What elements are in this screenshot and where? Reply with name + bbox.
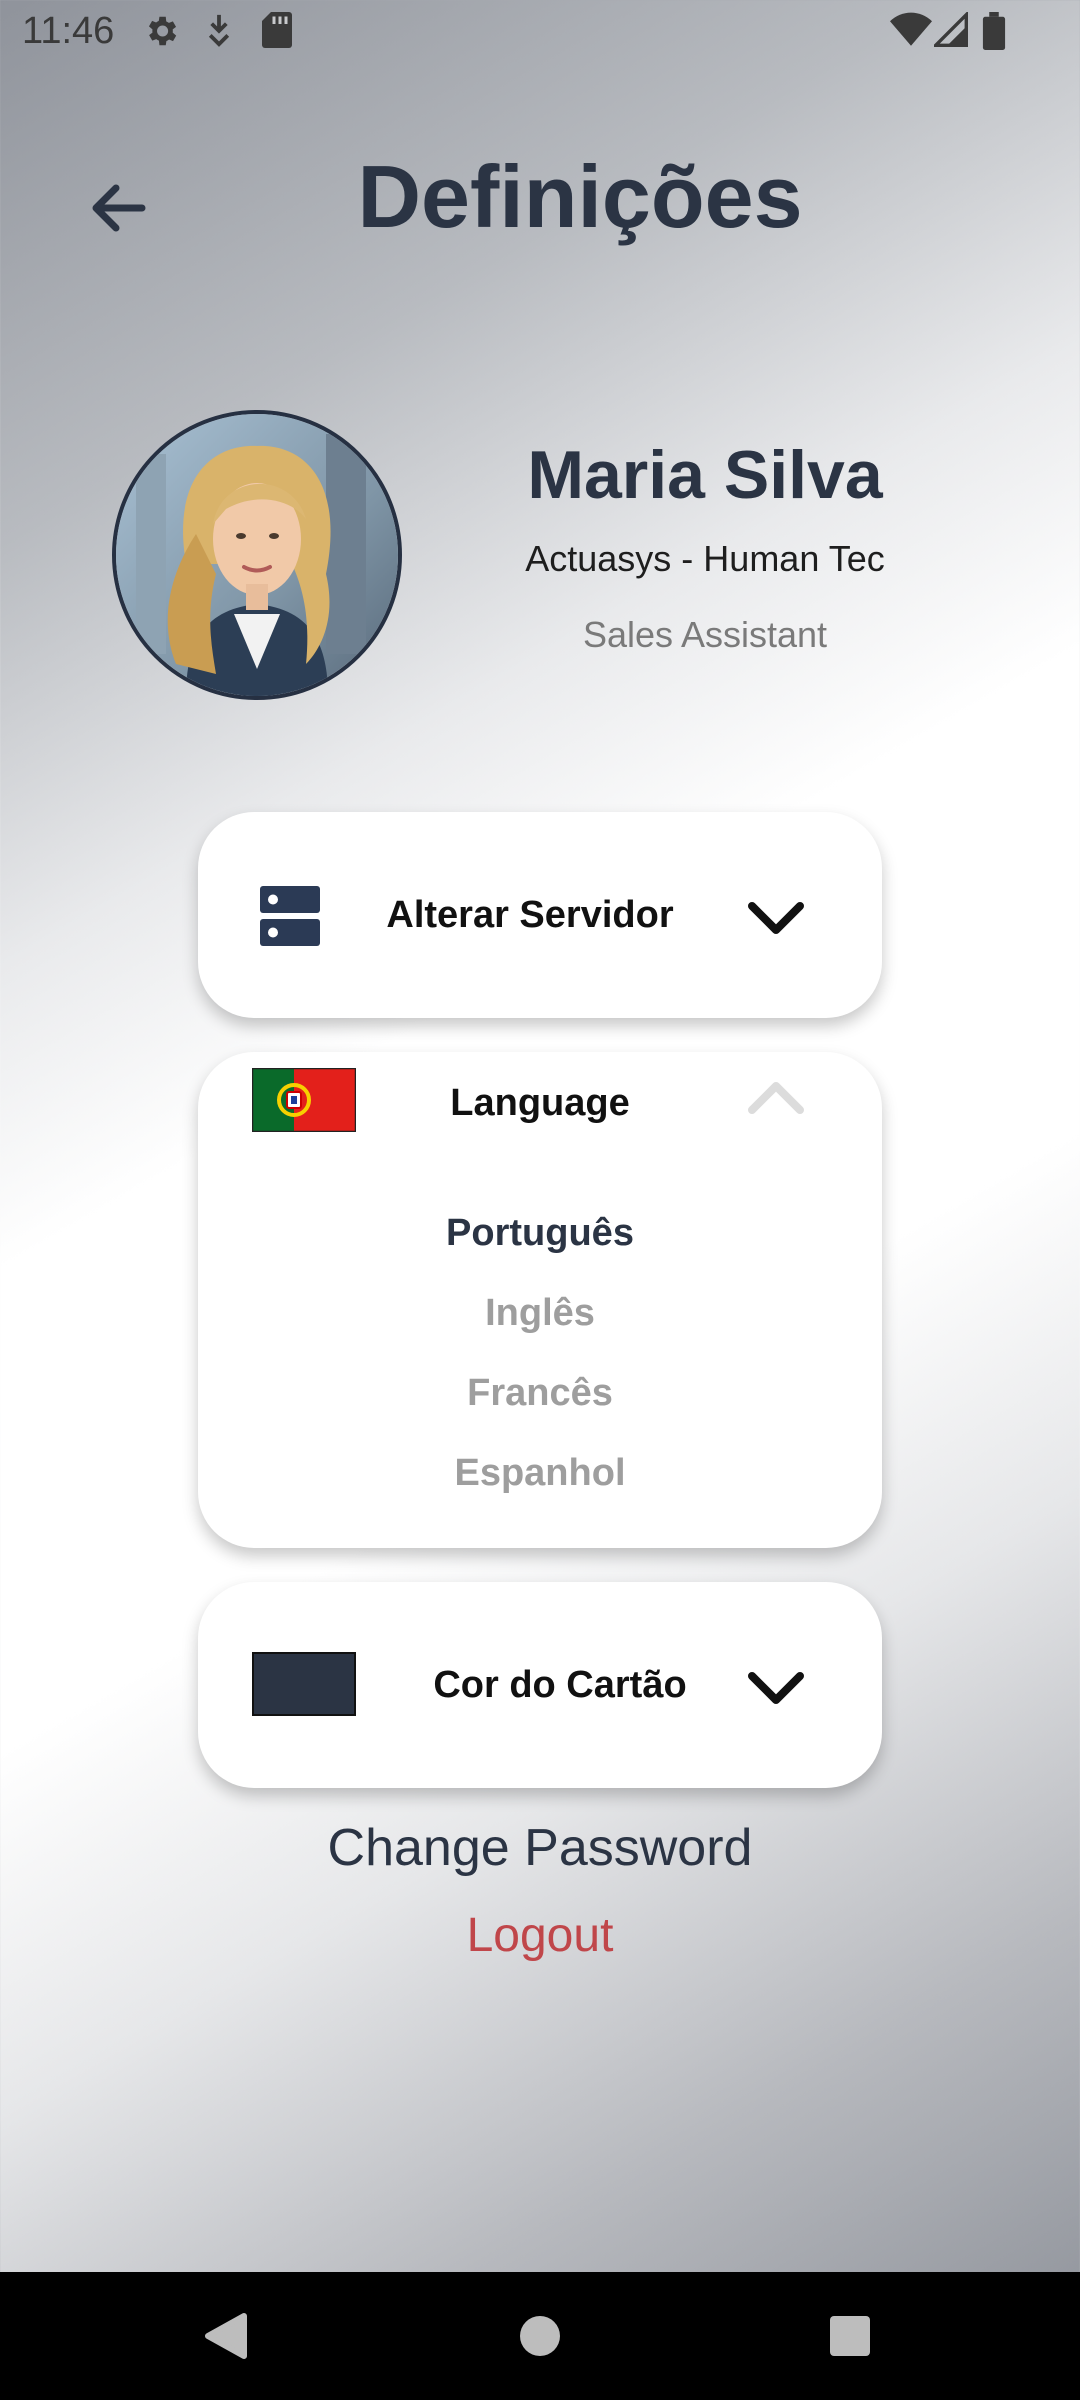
triangle-back-icon bbox=[205, 2313, 247, 2359]
wifi-icon bbox=[890, 12, 932, 53]
logout-link[interactable]: Logout bbox=[0, 1908, 1080, 1963]
card-color-card[interactable]: Cor do Cartão bbox=[198, 1582, 882, 1788]
nav-back-button[interactable] bbox=[186, 2300, 266, 2372]
gear-icon bbox=[142, 12, 180, 55]
square-recents-icon bbox=[830, 2316, 870, 2356]
status-bar: 11:46 bbox=[0, 0, 1080, 64]
nav-home-button[interactable] bbox=[500, 2300, 580, 2372]
status-time: 11:46 bbox=[22, 10, 115, 52]
page-title: Definições bbox=[357, 147, 803, 246]
language-option-ingles[interactable]: Inglês bbox=[198, 1292, 882, 1335]
circle-home-icon bbox=[520, 2316, 560, 2356]
signal-icon bbox=[931, 10, 968, 53]
avatar bbox=[112, 410, 402, 700]
chevron-down-icon[interactable] bbox=[746, 1668, 806, 1708]
battery-icon bbox=[982, 12, 1006, 55]
card-color-swatch bbox=[252, 1652, 356, 1716]
profile-role: Sales Assistant bbox=[582, 614, 828, 655]
server-label: Alterar Servidor bbox=[386, 894, 674, 936]
system-nav-bar bbox=[0, 2272, 1080, 2400]
profile-name: Maria Silva bbox=[527, 437, 883, 513]
server-icon bbox=[260, 886, 320, 951]
language-option-portugues[interactable]: Português bbox=[198, 1212, 882, 1255]
portugal-flag-icon bbox=[251, 1067, 357, 1137]
profile-company: Actuasys - Human Tec bbox=[525, 538, 885, 579]
sd-card-icon bbox=[262, 12, 292, 53]
language-option-frances[interactable]: Francês bbox=[198, 1372, 882, 1415]
language-label: Language bbox=[450, 1082, 630, 1124]
download-icon bbox=[204, 12, 234, 55]
header: Definições bbox=[0, 120, 1080, 280]
nav-recents-button[interactable] bbox=[810, 2300, 890, 2372]
chevron-down-icon[interactable] bbox=[746, 898, 806, 938]
language-option-espanhol[interactable]: Espanhol bbox=[198, 1452, 882, 1495]
chevron-up-icon[interactable] bbox=[746, 1078, 806, 1118]
change-password-link[interactable]: Change Password bbox=[0, 1818, 1080, 1878]
language-card[interactable]: Language Português Inglês Francês Espanh… bbox=[198, 1052, 882, 1548]
server-card[interactable]: Alterar Servidor bbox=[198, 812, 882, 1018]
card-color-label: Cor do Cartão bbox=[433, 1664, 687, 1706]
